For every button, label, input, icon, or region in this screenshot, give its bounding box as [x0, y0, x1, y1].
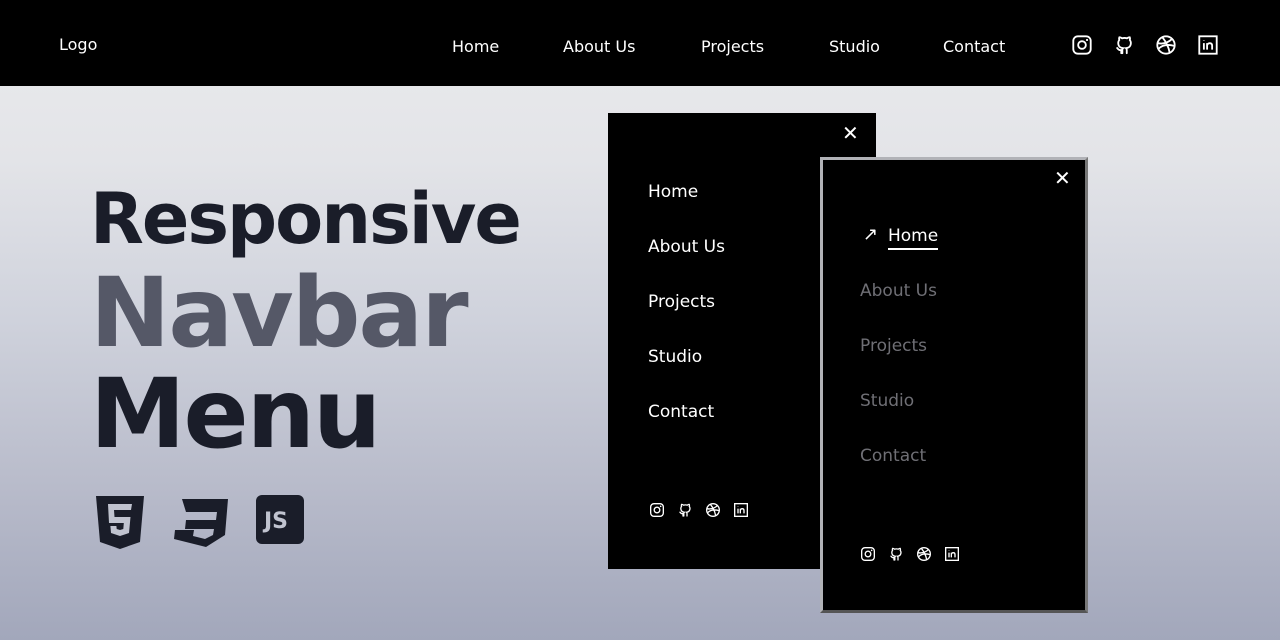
dribbble-icon[interactable] [1155, 34, 1177, 56]
github-icon[interactable] [677, 502, 693, 518]
menu2-about-us[interactable]: About Us [860, 281, 937, 301]
logo[interactable]: Logo [59, 35, 97, 54]
menu1-projects[interactable]: Projects [648, 292, 715, 312]
hero-title-line1: Responsive [90, 178, 522, 260]
mobile-menu-active: ✕ ↗ Home About Us Projects Studio Contac… [820, 157, 1088, 613]
dribbble-icon[interactable] [916, 546, 932, 562]
hero-title-line3: Menu [90, 358, 381, 470]
menu1-studio[interactable]: Studio [648, 347, 702, 367]
hero-title-line2: Navbar [90, 257, 469, 369]
nav-projects[interactable]: Projects [701, 37, 764, 56]
close-icon[interactable]: ✕ [1054, 166, 1071, 190]
nav-home[interactable]: Home [452, 37, 499, 56]
nav-contact[interactable]: Contact [943, 37, 1005, 56]
instagram-icon[interactable] [860, 546, 876, 562]
arrow-up-right-icon: ↗ [863, 224, 879, 245]
menu2-contact[interactable]: Contact [860, 446, 926, 466]
instagram-icon[interactable] [1071, 34, 1093, 56]
nav-studio[interactable]: Studio [829, 37, 880, 56]
top-navbar: Logo Home About Us Projects Studio Conta… [0, 0, 1280, 86]
linkedin-icon[interactable] [1197, 34, 1219, 56]
menu2-home-active[interactable]: Home [888, 226, 939, 250]
menu1-contact[interactable]: Contact [648, 402, 714, 422]
menu2-projects[interactable]: Projects [860, 336, 927, 356]
menu1-about-us[interactable]: About Us [648, 237, 725, 257]
github-icon[interactable] [1113, 34, 1135, 56]
github-icon[interactable] [888, 546, 904, 562]
html5-icon [96, 496, 144, 549]
css3-icon [174, 499, 228, 547]
dribbble-icon[interactable] [705, 502, 721, 518]
menu1-home[interactable]: Home [648, 182, 698, 202]
nav-about-us[interactable]: About Us [563, 37, 635, 56]
linkedin-icon[interactable] [733, 502, 749, 518]
linkedin-icon[interactable] [944, 546, 960, 562]
js-icon: JS [256, 495, 304, 544]
instagram-icon[interactable] [649, 502, 665, 518]
close-icon[interactable]: ✕ [842, 121, 859, 145]
menu2-studio[interactable]: Studio [860, 391, 914, 411]
